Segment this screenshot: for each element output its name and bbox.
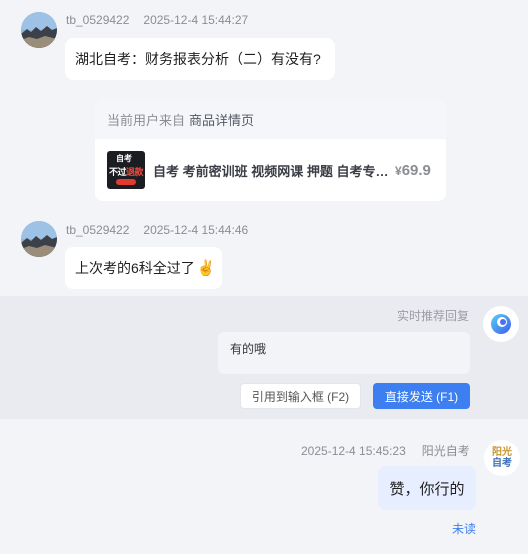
- self-message-bubble: 赞，你行的: [378, 466, 476, 510]
- logo-text-top: 阳光: [492, 447, 512, 458]
- logo-text-bottom: 自考: [492, 458, 512, 469]
- assistant-bot-icon: [491, 314, 511, 334]
- recommended-reply[interactable]: 有的哦: [218, 332, 470, 374]
- quote-to-input-button[interactable]: 引用到输入框 (F2): [240, 383, 361, 409]
- product-title[interactable]: 自考 考前密训班 视频网课 押题 自考专…: [153, 161, 389, 180]
- message-text: 赞，你行的: [389, 480, 465, 498]
- shop-logo[interactable]: 阳光 自考: [484, 440, 520, 476]
- sender-name: tb_0529422: [66, 223, 130, 237]
- message-bubble: 湖北自考：财务报表分析（二）有没有?: [65, 38, 335, 80]
- avatar[interactable]: [21, 221, 57, 257]
- source-prefix: 当前用户来自: [107, 113, 186, 128]
- message-text: 上次考的6科全过了: [75, 260, 195, 276]
- message-text: 湖北自考：财务报表分析（二）有没有?: [75, 51, 321, 67]
- timestamp: 2025-12-4 15:45:23: [301, 444, 406, 458]
- source-page: 商品详情页: [189, 113, 255, 128]
- recommended-reply-text: 有的哦: [230, 342, 267, 356]
- self-message-meta: 2025-12-4 15:45:23 阳光自考: [301, 442, 470, 459]
- product-price: ¥69.9: [395, 161, 431, 179]
- product-thumbnail[interactable]: 自考 不过退款: [107, 151, 145, 189]
- sender-name: 阳光自考: [421, 444, 470, 458]
- product-card[interactable]: 当前用户来自 商品详情页 自考 不过退款 自考 考前密训班 视频网课 押题 自考…: [95, 100, 446, 201]
- card-source: 当前用户来自 商品详情页: [95, 100, 446, 139]
- avatar[interactable]: [21, 12, 57, 48]
- recommendation-label: 实时推荐回复: [397, 309, 470, 323]
- sender-name: tb_0529422: [66, 13, 130, 27]
- timestamp: 2025-12-4 15:44:46: [143, 223, 249, 237]
- read-status: 未读: [452, 522, 477, 536]
- assistant-avatar[interactable]: [483, 306, 519, 342]
- send-directly-button[interactable]: 直接发送 (F1): [373, 383, 470, 409]
- victory-hand-icon: ✌️: [196, 260, 216, 277]
- message-meta: tb_0529422 2025-12-4 15:44:27: [66, 13, 248, 27]
- message-meta: tb_0529422 2025-12-4 15:44:46: [66, 223, 248, 237]
- message-bubble: 上次考的6科全过了 ✌️: [65, 247, 222, 289]
- timestamp: 2025-12-4 15:44:27: [143, 13, 249, 27]
